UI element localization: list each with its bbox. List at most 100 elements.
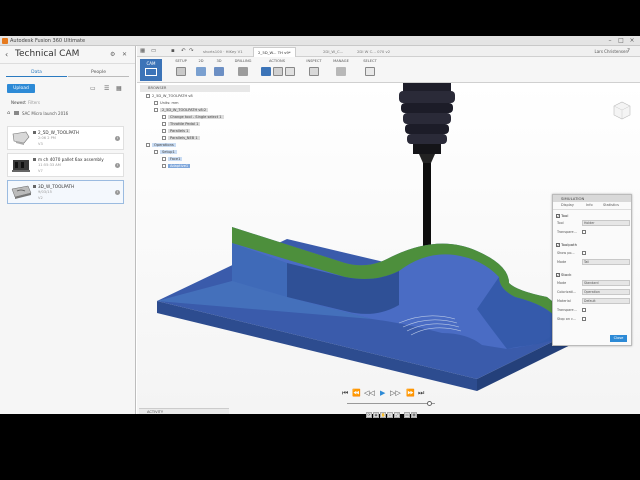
simulation-title[interactable]: SIMULATION [553,195,631,202]
grid-menu-icon[interactable]: ▦ [140,48,145,54]
browser-node[interactable]: Parallels_NEB 1 [162,135,200,142]
visibility-checkbox[interactable] [162,129,166,133]
orbit-icon[interactable]: ⟳ [366,412,372,418]
tab-data[interactable]: Data [6,68,67,77]
document-tab[interactable]: 2DI W C... 070 v2 [353,47,394,57]
browser-node[interactable]: Operations [146,142,176,149]
visibility-checkbox[interactable] [162,164,166,168]
workspace-switcher[interactable]: CAM [140,59,162,81]
visibility-checkbox[interactable] [162,115,166,119]
colorization-select[interactable]: Operation [582,289,630,295]
visibility-checkbox[interactable] [146,143,150,147]
tool-section[interactable]: ✓Tool [556,213,568,218]
back-arrow-icon[interactable]: ‹ [5,50,8,59]
tool-checkbox[interactable]: ✓ [556,214,560,218]
help-icon[interactable]: ? [627,48,630,54]
browser-node[interactable]: Face1 [162,156,183,163]
document-tab-active[interactable]: 2_5D_W... TH v9* [253,47,296,57]
home-icon[interactable]: ⌂ [7,110,10,116]
close-button[interactable]: Close [610,335,627,342]
settings-gear-icon[interactable]: ⚙ [110,51,115,58]
visibility-checkbox[interactable] [154,150,158,154]
zoom-icon[interactable]: ⌕ [387,412,393,418]
pan-icon[interactable]: ✋ [380,412,386,418]
material-select[interactable]: Default [582,298,630,304]
browser-node[interactable]: Change tool - Single select 1 [162,114,224,121]
file-menu-icon[interactable]: ▭ [151,48,156,54]
visibility-checkbox[interactable] [146,94,150,98]
ribbon-group-select[interactable]: SELECT [359,59,381,76]
sort-dropdown[interactable]: Newest [11,100,26,105]
display-settings-icon[interactable]: ▭ [404,412,410,418]
grid-view-icon[interactable]: ▦ [116,85,122,92]
browser-node[interactable]: Adaptive1 [162,163,191,170]
stock-section[interactable]: ✓Stock [556,272,572,277]
document-tab[interactable]: shorts100 · HiKey V1 [199,47,247,57]
prev-op-icon[interactable]: ◁◁ [364,389,375,397]
ribbon-group-manage[interactable]: MANAGE [329,59,353,76]
tool-select[interactable]: Holder [582,220,630,226]
minimize-button[interactable]: – [606,37,614,44]
toolpath-section[interactable]: ✓Toolpath [556,242,577,247]
visibility-checkbox[interactable] [154,101,158,105]
skip-end-icon[interactable]: ⏭ [418,389,424,398]
visibility-checkbox[interactable] [162,136,166,140]
file-item[interactable]: m ch 4070 pallet 6ax assembly 11:55:33 A… [7,153,124,177]
breadcrumb-folder[interactable]: SAC Micro launch 2016 [22,111,68,116]
activity-panel[interactable]: ACTIVITY [139,408,229,414]
stock-transparent-checkbox[interactable] [582,308,586,312]
look-at-icon[interactable]: ◉ [373,412,379,418]
tab-info[interactable]: Info [586,203,593,207]
view-cube-icon[interactable] [610,99,632,121]
visibility-checkbox[interactable] [162,122,166,126]
ribbon-group-actions[interactable]: ACTIONS [257,59,297,76]
fit-icon[interactable]: ⤢ [394,412,400,418]
ribbon-group-setup[interactable]: SETUP [171,59,191,76]
3d-viewport[interactable]: BROWSER 2_5D_W_TOOLPATH v8 Units: mm 2_5… [137,83,640,418]
skip-start-icon[interactable]: ⏮ [342,389,348,398]
stock-mode-select[interactable]: Standard [582,280,630,286]
ribbon-group-inspect[interactable]: INSPECT [303,59,325,76]
visibility-checkbox[interactable] [154,108,158,112]
tab-display[interactable]: Display [561,203,574,207]
tab-people[interactable]: People [68,68,129,77]
browser-node[interactable]: 2_5D_W_TOOLPATH v8 [146,93,193,100]
file-item[interactable]: 3D_W_TOOLPATH 9/03/15 V2 i [7,180,124,204]
toolpath-checkbox[interactable]: ✓ [556,243,560,247]
file-item[interactable]: 2_5D_W_TOOLPATH 2:06 2 PM V3 i [7,126,124,150]
filter-link[interactable]: Filters [28,100,40,105]
browser-node[interactable]: Units: mm [154,100,179,107]
list-view-icon[interactable]: ☰ [104,85,109,92]
browser-title[interactable]: BROWSER [140,85,250,92]
visibility-checkbox[interactable] [162,157,166,161]
ribbon-group-drilling[interactable]: DRILLING [231,59,255,76]
close-panel-icon[interactable]: ✕ [122,51,127,58]
next-op-icon[interactable]: ▷▷ [390,389,401,397]
save-icon[interactable]: ▪ [171,48,175,54]
document-tab[interactable]: 2DI_W_C... [319,47,347,57]
user-menu[interactable]: Lars Christensen [595,49,629,54]
browser-node[interactable]: Parallels 1 [162,128,191,135]
browser-node[interactable]: Throttle Pedal 1 [162,121,201,128]
close-window-button[interactable]: × [628,37,636,44]
stop-on-collision-checkbox[interactable] [582,317,586,321]
transparent-checkbox[interactable] [582,230,586,234]
ribbon-group-2d[interactable]: 2D [193,59,209,76]
info-icon[interactable]: i [115,136,120,141]
step-back-icon[interactable]: ⏪ [352,389,361,397]
tab-statistics[interactable]: Statistics [603,203,619,207]
ribbon-group-3d[interactable]: 3D [211,59,227,76]
info-icon[interactable]: i [115,190,120,195]
toolpath-mode-select[interactable]: Tail [582,259,630,265]
stock-checkbox[interactable]: ✓ [556,273,560,277]
timeline-handle[interactable] [427,401,432,406]
info-icon[interactable]: i [115,163,120,168]
new-folder-icon[interactable]: ▭ [90,85,96,92]
play-icon[interactable]: ▶ [380,389,385,397]
show-points-checkbox[interactable] [582,251,586,255]
redo-icon[interactable]: ↷ [189,48,194,54]
browser-node[interactable]: 2_5D_W_TOOLPATH v8:2 [154,107,209,114]
maximize-button[interactable]: □ [617,37,625,44]
browser-node[interactable]: Setup1 [154,149,177,156]
undo-icon[interactable]: ↶ [181,48,186,54]
